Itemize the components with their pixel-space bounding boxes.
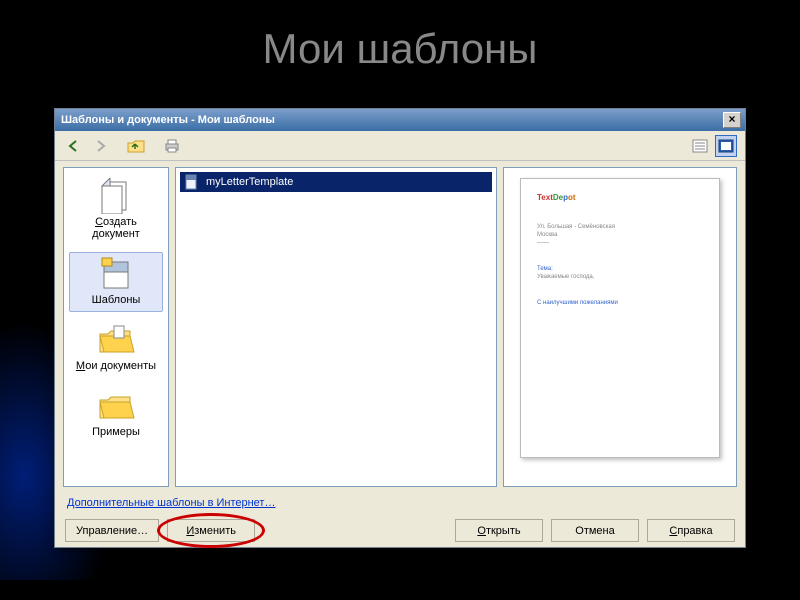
preview-text: Ул. Большая - Семёновская	[537, 224, 703, 230]
forward-button[interactable]	[89, 135, 111, 157]
preview-document: TextDepot Ул. Большая - Семёновская Моск…	[520, 178, 720, 458]
preview-text: С наилучшими пожеланиями	[537, 300, 703, 306]
sidebar: Создать документ Шаблоны Мои документы	[63, 167, 169, 487]
manage-button[interactable]: Управление…	[65, 519, 159, 542]
view-preview-button[interactable]	[715, 135, 737, 157]
preview-text: ——	[537, 240, 703, 246]
toolbar	[55, 131, 745, 161]
sidebar-item-templates[interactable]: Шаблоны	[69, 252, 163, 312]
printer-icon	[163, 138, 181, 154]
document-icon	[96, 178, 136, 214]
edit-button[interactable]: Изменить	[167, 519, 255, 542]
more-templates-link[interactable]: Дополнительные шаблоны в Интернет…	[67, 497, 275, 509]
preview-text: Уважаемые господа,	[537, 274, 703, 280]
up-level-button[interactable]	[125, 135, 147, 157]
print-button[interactable]	[161, 135, 183, 157]
link-row: Дополнительные шаблоны в Интернет…	[55, 491, 745, 511]
folder-open-icon	[96, 322, 136, 358]
sidebar-item-label: Примеры	[71, 426, 161, 438]
preview-pane: TextDepot Ул. Большая - Семёновская Моск…	[503, 167, 737, 487]
templates-dialog: Шаблоны и документы - Мои шаблоны ×	[54, 108, 746, 548]
sidebar-item-new-document[interactable]: Создать документ	[69, 174, 163, 246]
preview-text: Тема:	[537, 266, 703, 272]
titlebar: Шаблоны и документы - Мои шаблоны ×	[55, 109, 745, 131]
templates-icon	[96, 256, 136, 292]
preview-view-icon	[718, 139, 734, 153]
help-button[interactable]: Справка	[647, 519, 735, 542]
list-item-label: myLetterTemplate	[206, 176, 293, 188]
sidebar-item-samples[interactable]: Примеры	[69, 384, 163, 444]
close-button[interactable]: ×	[723, 112, 741, 128]
slide-title: Мои шаблоны	[0, 25, 800, 73]
back-button[interactable]	[63, 135, 85, 157]
list-item[interactable]: myLetterTemplate	[180, 172, 492, 192]
folder-up-icon	[127, 138, 145, 154]
preview-logo: TextDepot	[537, 193, 703, 202]
list-view-icon	[692, 139, 708, 153]
preview-text: Москва	[537, 232, 703, 238]
view-list-button[interactable]	[689, 135, 711, 157]
sidebar-item-label: Создать документ	[71, 216, 161, 240]
cancel-button[interactable]: Отмена	[551, 519, 639, 542]
button-row: Управление… Изменить Открыть Отмена Спра…	[55, 511, 745, 552]
arrow-right-icon	[92, 139, 108, 153]
open-button[interactable]: Открыть	[455, 519, 543, 542]
main-panel: Создать документ Шаблоны Мои документы	[55, 161, 745, 491]
arrow-left-icon	[66, 139, 82, 153]
dialog-title: Шаблоны и документы - Мои шаблоны	[59, 114, 723, 126]
template-file-icon	[184, 174, 200, 190]
folder-icon	[96, 388, 136, 424]
template-list: myLetterTemplate	[175, 167, 497, 487]
sidebar-item-label: Мои документы	[71, 360, 161, 372]
sidebar-item-my-documents[interactable]: Мои документы	[69, 318, 163, 378]
sidebar-item-label: Шаблоны	[71, 294, 161, 306]
